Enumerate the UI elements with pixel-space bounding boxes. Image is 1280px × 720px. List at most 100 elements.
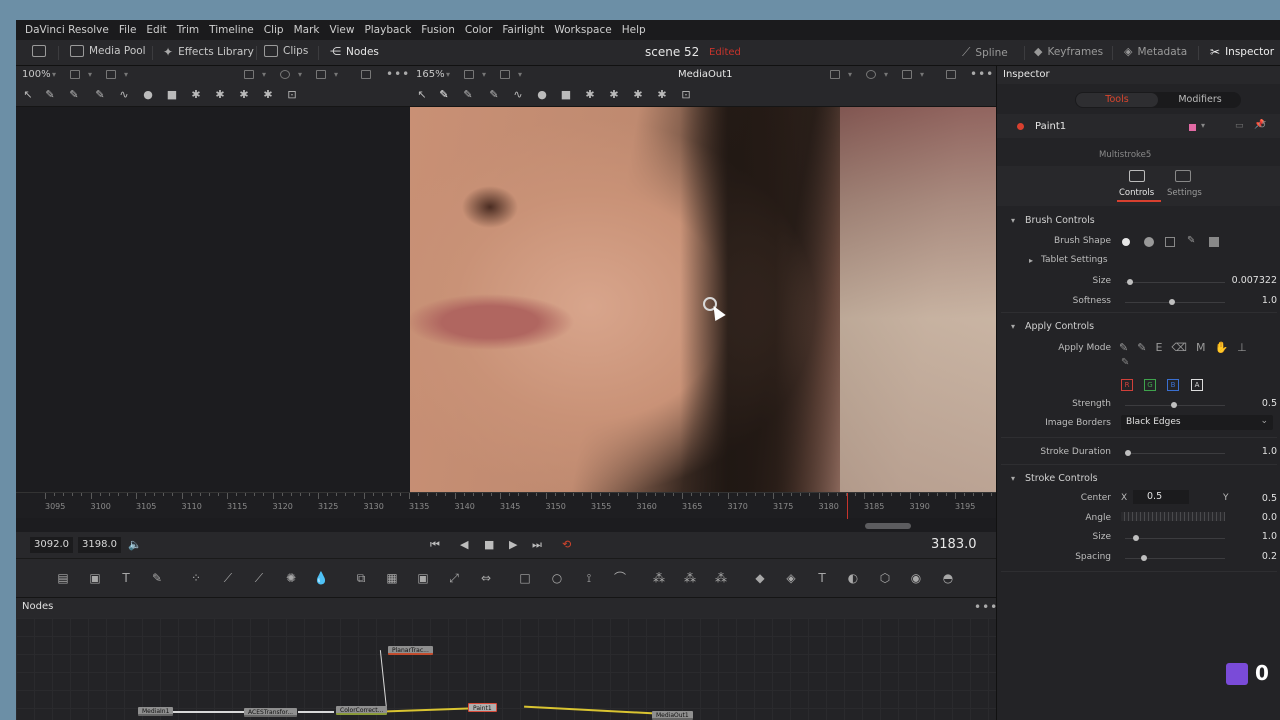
paint-tool-icon[interactable]: ✎ (149, 571, 165, 585)
size-value[interactable]: 0.007322 (1231, 275, 1277, 286)
menu-help[interactable]: Help (617, 24, 651, 36)
crop-tool-icon[interactable]: ⊡ (286, 89, 298, 101)
stop-icon[interactable]: ■ (484, 539, 494, 550)
rectangle-tool-icon[interactable]: ■ (166, 89, 178, 101)
viewer-grid-icon[interactable] (316, 70, 326, 79)
soft-brush-icon[interactable] (1122, 238, 1130, 246)
audio-icon[interactable]: 🔈 (128, 539, 142, 550)
merge-tool-icon[interactable]: ⧉ (353, 571, 369, 585)
metadata-button[interactable]: ◈ Metadata (1124, 45, 1187, 58)
background-tool-icon[interactable]: ▤ (55, 571, 71, 585)
node-planartracker[interactable]: PlanarTrac... (388, 646, 433, 655)
play-reverse-icon[interactable]: ◀ (460, 539, 468, 550)
drop-tool-icon[interactable]: 💧 (313, 571, 329, 585)
stroke-tool-icon[interactable]: ✎ (488, 89, 500, 101)
stroke-controls-header[interactable]: Stroke Controls (1025, 473, 1098, 484)
playhead[interactable] (847, 493, 848, 519)
image-plane-icon[interactable]: ⬡ (877, 571, 893, 585)
right-viewer[interactable] (410, 107, 996, 492)
time-ruler[interactable]: 3095 3100 3105 3110 3115 3120 3125 3130 3135 3140… (16, 492, 996, 519)
menu-view[interactable]: View (325, 24, 360, 36)
clone-multistroke-icon[interactable]: ✎ (462, 89, 474, 101)
go-to-start-icon[interactable]: ⏮ (430, 539, 440, 550)
channel-b-toggle[interactable]: B (1167, 379, 1179, 391)
menu-fusion[interactable]: Fusion (416, 24, 460, 36)
stroke-duration-slider[interactable] (1125, 450, 1225, 456)
channel-boolean-icon[interactable]: ▣ (415, 571, 431, 585)
current-frame[interactable]: 3183.0 (931, 537, 977, 552)
reset-icon[interactable]: ↺ (1258, 120, 1266, 131)
angle-value[interactable]: 0.0 (1231, 512, 1277, 523)
square-brush-icon[interactable] (1209, 237, 1219, 247)
polyline-tool-icon[interactable]: ∿ (512, 89, 524, 101)
channel-r-toggle[interactable]: R (1121, 379, 1133, 391)
sidebar-toggle-button[interactable] (32, 45, 46, 57)
nodes-options-icon[interactable]: ••• (974, 600, 998, 614)
polyline-tool-icon[interactable]: ∿ (118, 89, 130, 101)
multistroke-tool-icon[interactable]: ✎ (44, 89, 56, 101)
stamp-tool-icon[interactable]: ✱ (262, 89, 274, 101)
brush-controls-header[interactable]: Brush Controls (1025, 215, 1095, 226)
clips-button[interactable]: Clips (264, 45, 308, 57)
softness-slider[interactable] (1125, 299, 1225, 305)
center-y-value[interactable]: 0.5 (1231, 493, 1277, 504)
stroke-size-value[interactable]: 1.0 (1231, 531, 1277, 542)
play-icon[interactable]: ▶ (509, 539, 517, 550)
text-tool-icon[interactable]: T (118, 571, 134, 585)
channel-g-toggle[interactable]: G (1144, 379, 1156, 391)
image-borders-select[interactable]: Black Edges ⌄ (1121, 415, 1273, 430)
menu-file[interactable]: File (114, 24, 142, 36)
render-start-field[interactable]: 3092.0 (30, 537, 73, 553)
apply-wire-icon[interactable]: ✎ (1121, 357, 1129, 368)
ruler-scrollbar[interactable] (865, 523, 911, 529)
node-mediain[interactable]: MediaIn1 (138, 707, 174, 716)
viewer-lut-icon[interactable] (830, 70, 840, 79)
left-zoom-select[interactable]: 100% (22, 69, 51, 80)
node-paint[interactable]: Paint1 (468, 703, 497, 712)
light-tool-icon[interactable]: ✺ (283, 571, 299, 585)
tablet-settings-header[interactable]: Tablet Settings (1041, 255, 1108, 265)
apply-color-icon[interactable]: ✎ (1119, 341, 1128, 354)
angle-thumbwheel[interactable] (1121, 512, 1225, 521)
menu-timeline[interactable]: Timeline (204, 24, 259, 36)
ellipse-mask-icon[interactable]: ○ (549, 571, 565, 585)
stroke-duration-value[interactable]: 1.0 (1231, 446, 1277, 457)
polygon-mask-icon[interactable]: ⟋ (220, 571, 236, 585)
nodes-button[interactable]: ⋲ Nodes (330, 45, 379, 58)
shape3d-tool-icon[interactable]: ◆ (752, 571, 768, 585)
strength-value[interactable]: 0.5 (1231, 398, 1277, 409)
viewer-fullscreen-icon[interactable] (946, 70, 956, 79)
circle-brush-icon[interactable] (1144, 237, 1154, 247)
viewer-options-icon[interactable]: ••• (386, 67, 410, 81)
menu-fairlight[interactable]: Fairlight (497, 24, 549, 36)
fastnoise-tool-icon[interactable]: ▣ (87, 571, 103, 585)
loop-icon[interactable]: ⟲ (562, 539, 571, 550)
viewer-roi-icon[interactable] (500, 70, 510, 79)
image-brush-icon[interactable] (1165, 237, 1175, 247)
camera3d-tool-icon[interactable]: ◐ (845, 571, 861, 585)
viewer-layout-icon[interactable] (70, 70, 80, 79)
clone-multistroke-icon[interactable]: ✎ (68, 89, 80, 101)
apply-controls-header[interactable]: Apply Controls (1025, 321, 1094, 332)
menu-edit[interactable]: Edit (141, 24, 171, 36)
tab-modifiers[interactable]: Modifiers (1159, 93, 1241, 107)
crop-tool-icon[interactable]: ⊡ (680, 89, 692, 101)
menu-playback[interactable]: Playback (359, 24, 416, 36)
spacing-value[interactable]: 0.2 (1231, 551, 1277, 562)
paint-group-icon[interactable]: ✱ (584, 89, 596, 101)
multistroke-tool-icon[interactable]: ✎ (438, 89, 450, 101)
lock-icon[interactable]: ▭ (1235, 121, 1244, 131)
strength-slider[interactable] (1125, 402, 1225, 408)
menu-mark[interactable]: Mark (289, 24, 325, 36)
viewer-grid-icon[interactable] (902, 70, 912, 79)
particle-render-icon[interactable]: ⁂ (682, 571, 698, 585)
stroke-size-slider[interactable] (1125, 535, 1225, 541)
circle-tool-icon[interactable]: ● (142, 89, 154, 101)
spline-button[interactable]: ⟋ Spline (962, 45, 1008, 60)
apply-stamp-icon[interactable]: ⊥ (1237, 341, 1247, 354)
left-viewer[interactable] (16, 107, 410, 492)
node-colorcorrector[interactable]: ColorCorrect... (336, 706, 388, 715)
size-slider[interactable] (1125, 279, 1225, 285)
single-pixel-brush-icon[interactable]: ✎ (1187, 235, 1195, 246)
viewer-roi-icon[interactable] (106, 70, 116, 79)
